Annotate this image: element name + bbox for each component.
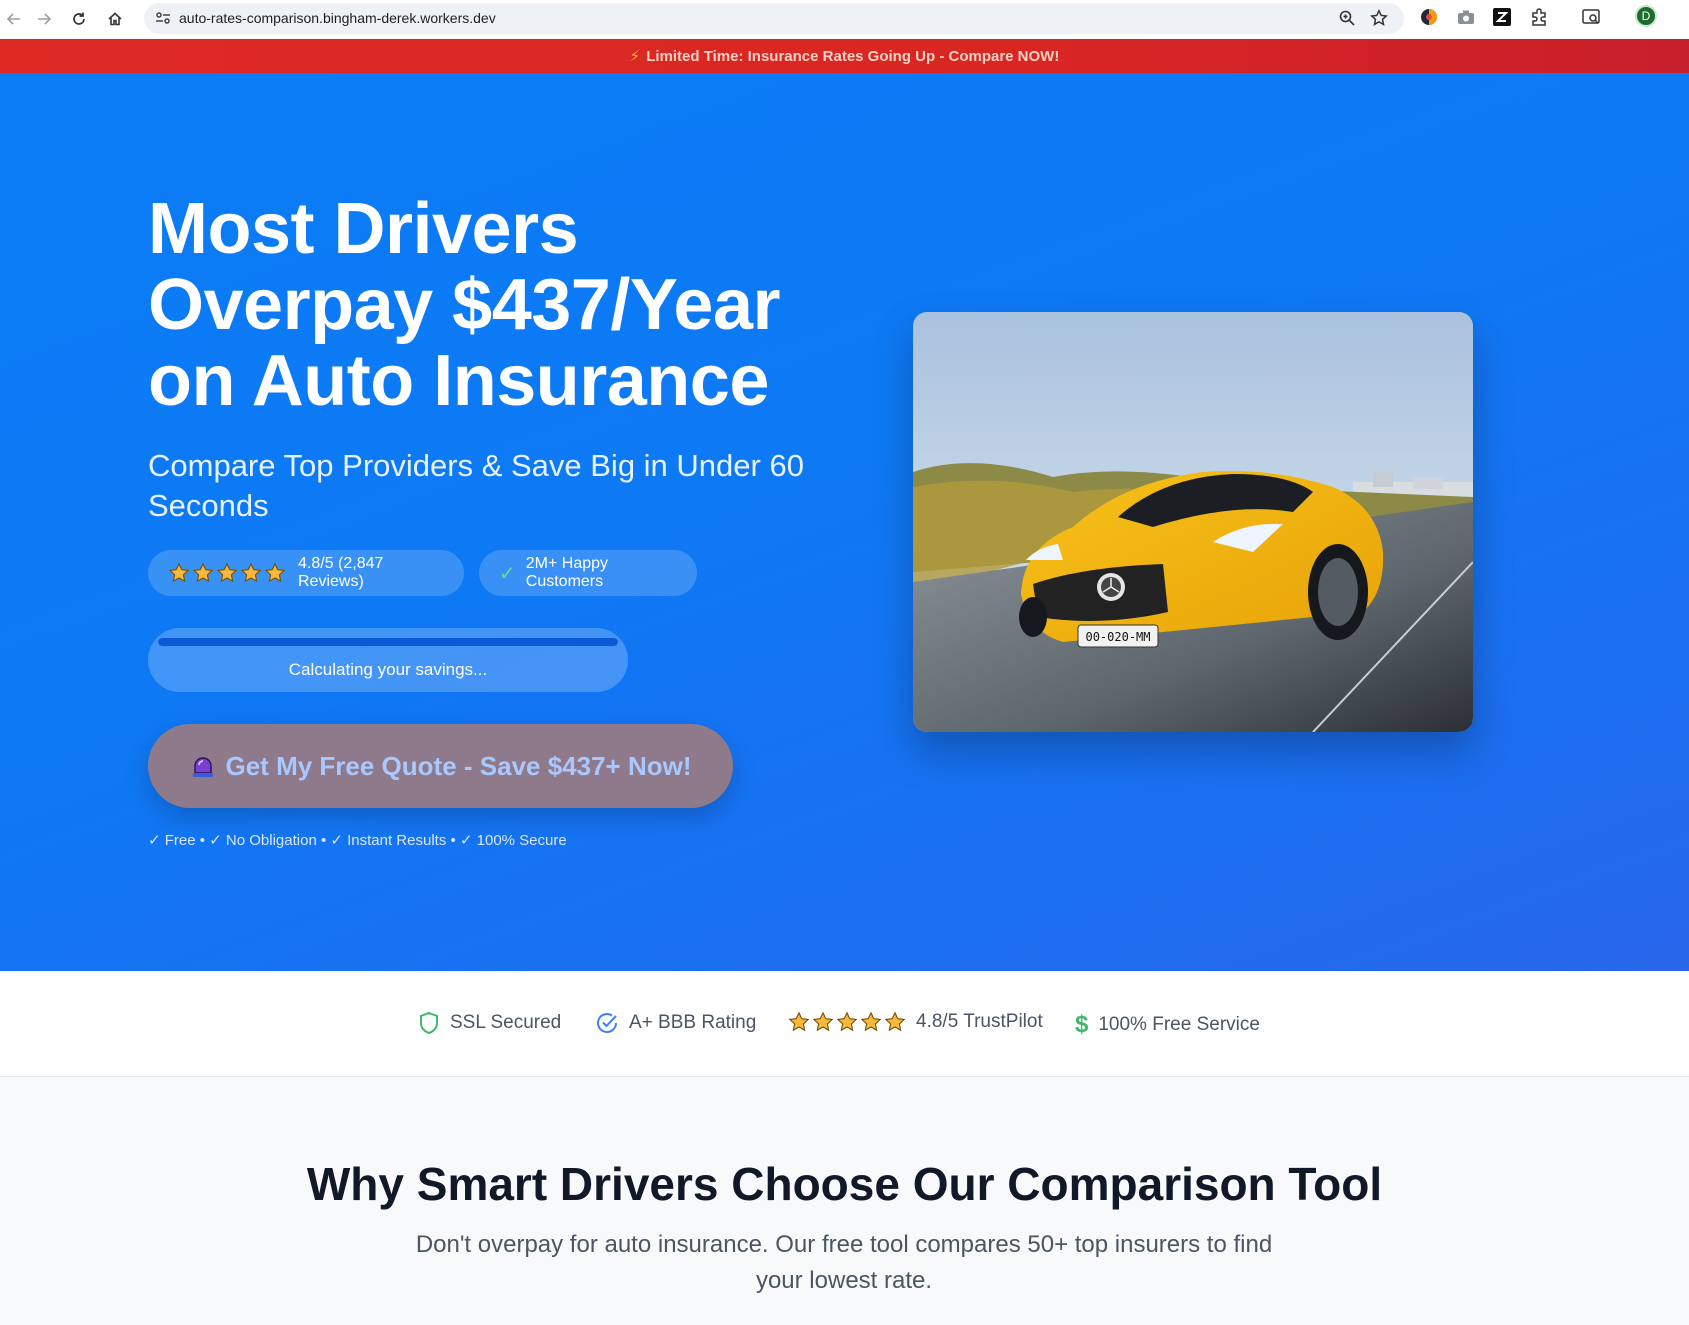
tab-search-icon[interactable] (1580, 6, 1602, 28)
extension-swirl-icon[interactable] (1418, 6, 1440, 28)
hero-subtitle: Compare Top Providers & Save Big in Unde… (148, 448, 804, 523)
camera-icon[interactable] (1455, 6, 1477, 28)
extensions-puzzle-icon[interactable] (1528, 6, 1550, 28)
trust-item-free: $ 100% Free Service (1075, 1011, 1260, 1039)
why-title: Why Smart Drivers Choose Our Comparison … (306, 1158, 1383, 1210)
forward-icon[interactable] (30, 5, 58, 33)
reload-icon[interactable] (65, 5, 93, 33)
trust-label: 100% Free Service (1098, 1014, 1260, 1035)
rating-text: 4.8/5 (2,847 Reviews) (298, 555, 384, 590)
progress-track (158, 638, 618, 646)
why-description: Don't overpay for auto insurance. Our fr… (415, 1231, 1273, 1294)
customers-text: 2M+ Happy Customers (525, 555, 609, 590)
lightning-icon: ⚡ (629, 48, 641, 65)
hero-title: Most Drivers Overpay $437/Year on Auto I… (148, 189, 781, 421)
address-bar[interactable]: auto-rates-comparison.bingham-derek.work… (144, 3, 1404, 34)
bookmark-star-icon[interactable] (1370, 9, 1388, 32)
get-quote-button[interactable]: Get My Free Quote - Save $437+ Now! (148, 724, 733, 808)
hero-car-image: 00-020-MM (913, 312, 1473, 732)
url-text: auto-rates-comparison.bingham-derek.work… (179, 10, 496, 26)
progress-label: Calculating your savings... (288, 660, 488, 679)
back-icon[interactable] (0, 5, 28, 33)
siren-icon (192, 757, 213, 777)
five-stars-icon (788, 1011, 906, 1033)
trust-item-bbb: A+ BBB Rating (595, 1011, 756, 1035)
trust-label: A+ BBB Rating (629, 1012, 757, 1033)
trust-label: 4.8/5 TrustPilot (916, 1011, 1043, 1032)
savings-progress: Calculating your savings... (148, 628, 628, 692)
zoom-icon[interactable] (1338, 9, 1356, 32)
why-section: Why Smart Drivers Choose Our Comparison … (0, 1077, 1689, 1325)
shield-icon (418, 1011, 440, 1035)
trust-item-ssl: SSL Secured (418, 1011, 561, 1035)
check-circle-icon (595, 1011, 619, 1035)
promo-text: Limited Time: Insurance Rates Going Up -… (646, 47, 1060, 65)
promo-banner: ⚡ Limited Time: Insurance Rates Going Up… (0, 39, 1689, 73)
five-stars-icon (168, 562, 286, 584)
browser-toolbar: auto-rates-comparison.bingham-derek.work… (0, 0, 1689, 39)
home-icon[interactable] (101, 5, 129, 33)
trust-strip: SSL Secured A+ BBB Rating 4.8/5 TrustPil… (0, 971, 1689, 1077)
assurances-text: ✓ Free • ✓ No Obligation • ✓ Instant Res… (148, 832, 567, 849)
rating-pill: 4.8/5 (2,847 Reviews) (148, 550, 464, 596)
site-settings-icon[interactable] (154, 9, 172, 32)
check-icon: ✓ (499, 562, 516, 585)
extension-z-icon[interactable] (1491, 6, 1513, 28)
profile-avatar[interactable]: D (1635, 5, 1657, 27)
svg-text:00-020-MM: 00-020-MM (1085, 630, 1150, 644)
cta-label: Get My Free Quote - Save $437+ Now! (225, 750, 692, 781)
dollar-icon: $ (1075, 1011, 1089, 1038)
customers-pill: ✓ 2M+ Happy Customers (479, 550, 697, 596)
hero-section: Most Drivers Overpay $437/Year on Auto I… (0, 73, 1689, 971)
trust-item-trustpilot: 4.8/5 TrustPilot (788, 1011, 1043, 1033)
trust-label: SSL Secured (450, 1012, 562, 1033)
progress-fill (158, 638, 618, 646)
